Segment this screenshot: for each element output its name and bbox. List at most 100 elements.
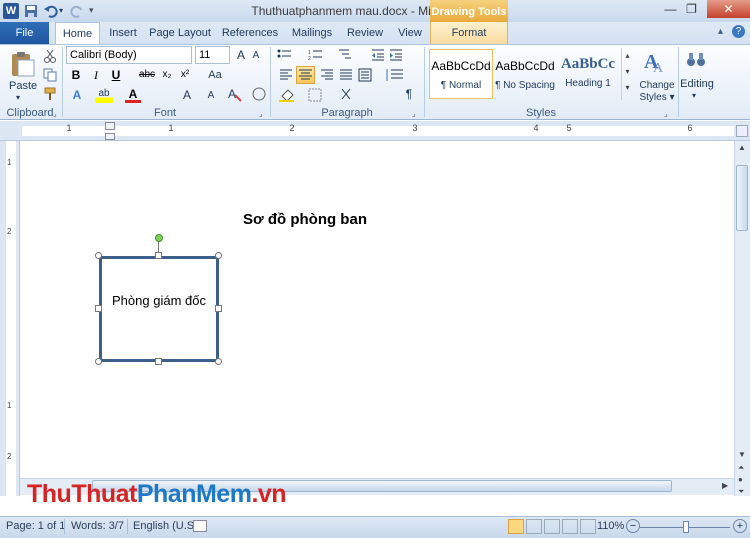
resize-handle-top[interactable]	[155, 252, 162, 259]
style-no-spacing[interactable]: AaBbCcDd ¶ No Spacing	[493, 49, 557, 99]
full-screen-reading-icon[interactable]	[526, 519, 542, 534]
format-painter-icon[interactable]	[43, 87, 57, 104]
scroll-right-icon[interactable]: ▶	[722, 481, 728, 490]
justify-icon[interactable]	[339, 68, 353, 85]
language-indicator[interactable]: English (U.S.)	[133, 520, 201, 532]
grow-font-button[interactable]: A	[234, 46, 248, 64]
scroll-down-icon[interactable]: ▼	[738, 450, 746, 459]
resize-handle-left[interactable]	[95, 305, 102, 312]
view-ruler-icon[interactable]	[736, 125, 748, 137]
change-case-button[interactable]: Aa	[205, 66, 225, 84]
shading-icon[interactable]	[279, 88, 299, 105]
style-heading-1[interactable]: AaBbCc Heading 1	[557, 49, 619, 99]
draft-view-icon[interactable]	[580, 519, 596, 534]
select-browse-object-icon[interactable]: ●	[738, 475, 743, 484]
scroll-up-icon[interactable]: ▲	[738, 143, 746, 152]
underline-button[interactable]: U	[107, 66, 125, 84]
line-spacing-icon[interactable]	[385, 68, 405, 85]
tab-home[interactable]: Home	[55, 22, 100, 45]
bullets-icon[interactable]	[277, 48, 299, 65]
resize-handle-right[interactable]	[215, 305, 222, 312]
show-hide-marks-button[interactable]: ¶	[402, 85, 416, 103]
styles-launcher-icon[interactable]: ⌟	[664, 109, 668, 118]
word-count[interactable]: Words: 3/7	[71, 520, 124, 532]
bold-button[interactable]: B	[67, 66, 85, 84]
resize-handle-bottom-right[interactable]	[215, 358, 222, 365]
tab-references[interactable]: References	[219, 22, 281, 44]
cut-icon[interactable]	[43, 49, 57, 66]
italic-button[interactable]: I	[87, 66, 105, 84]
multilevel-list-icon[interactable]	[337, 48, 359, 65]
text-effects-button[interactable]: A	[68, 86, 86, 104]
paste-icon[interactable]	[8, 50, 36, 81]
numbering-icon[interactable]: 12	[308, 48, 330, 65]
document-heading[interactable]: Sơ đồ phòng ban	[243, 211, 367, 228]
zoom-out-button[interactable]: −	[626, 519, 640, 533]
zoom-level[interactable]: 110%	[597, 520, 624, 532]
superscript-button[interactable]: x²	[177, 66, 193, 84]
tab-review[interactable]: Review	[343, 22, 387, 44]
tab-format[interactable]: Format	[430, 22, 508, 44]
copy-icon[interactable]	[43, 68, 57, 85]
distributed-icon[interactable]	[358, 68, 372, 85]
help-icon[interactable]: ?	[732, 25, 745, 38]
editing-button[interactable]: Editing	[680, 78, 714, 90]
highlight-button[interactable]: ab	[95, 85, 113, 103]
tab-page-layout[interactable]: Page Layout	[147, 22, 213, 44]
sort-icon[interactable]	[340, 87, 360, 104]
paste-dropdown-icon[interactable]: ▾	[16, 93, 20, 102]
zoom-slider-thumb[interactable]	[683, 521, 689, 533]
strikethrough-button[interactable]: abc	[137, 66, 157, 84]
zoom-in-button[interactable]: +	[733, 519, 747, 533]
tab-insert[interactable]: Insert	[103, 22, 143, 44]
enclose-characters-icon[interactable]	[251, 86, 267, 105]
proofing-icon[interactable]	[193, 520, 207, 532]
print-layout-view-icon[interactable]	[508, 519, 524, 534]
resize-handle-bottom[interactable]	[155, 358, 162, 365]
change-styles-icon[interactable]: AA	[643, 48, 669, 77]
increase-indent-icon[interactable]	[389, 48, 403, 65]
resize-handle-top-left[interactable]	[95, 252, 102, 259]
paragraph-launcher-icon[interactable]: ⌟	[412, 109, 416, 118]
org-chart-box-text[interactable]: Phòng giám đốc	[99, 293, 219, 308]
org-chart-box[interactable]	[99, 256, 219, 362]
font-name-select[interactable]: Calibri (Body)	[66, 46, 192, 64]
shrink-font-button-2[interactable]: A	[204, 87, 218, 105]
web-layout-icon[interactable]	[544, 519, 560, 534]
vertical-scroll-thumb[interactable]	[736, 165, 748, 231]
borders-icon[interactable]	[308, 88, 328, 105]
rotation-handle[interactable]	[155, 234, 163, 242]
clear-formatting-icon[interactable]: A	[226, 86, 242, 105]
align-right-icon[interactable]	[320, 68, 334, 85]
style-normal[interactable]: AaBbCcDd ¶ Normal	[429, 49, 493, 99]
align-center-button[interactable]	[296, 66, 315, 84]
font-launcher-icon[interactable]: ⌟	[259, 109, 263, 118]
outline-view-icon[interactable]	[562, 519, 578, 534]
page-count[interactable]: Page: 1 of 1	[6, 520, 65, 532]
next-page-icon[interactable]: ⏷	[738, 487, 744, 497]
paste-button[interactable]: Paste	[9, 80, 37, 92]
previous-page-icon[interactable]: ⏶	[738, 463, 744, 473]
shrink-font-button[interactable]: A	[250, 47, 262, 65]
clipboard-launcher-icon[interactable]: ⌟	[53, 109, 57, 118]
tab-file[interactable]: File	[0, 22, 49, 44]
minimize-ribbon-icon[interactable]: ▴	[718, 26, 723, 37]
tab-mailings[interactable]: Mailings	[287, 22, 337, 44]
editing-dropdown-icon[interactable]: ▾	[692, 91, 696, 100]
maximize-button[interactable]: ❐	[676, 0, 707, 18]
binoculars-icon[interactable]	[686, 50, 706, 71]
decrease-indent-icon[interactable]	[371, 48, 385, 65]
styles-scroll[interactable]: ▴ ▾ ▾	[621, 48, 633, 100]
first-line-indent-marker[interactable]	[105, 122, 115, 130]
change-styles-button[interactable]: Change Styles ▾	[638, 80, 676, 104]
left-indent-marker[interactable]	[105, 133, 115, 140]
resize-handle-bottom-left[interactable]	[95, 358, 102, 365]
close-button[interactable]: ✕	[707, 0, 750, 18]
grow-font-button-2[interactable]: A	[180, 86, 194, 104]
subscript-button[interactable]: x₂	[159, 66, 175, 84]
tab-view[interactable]: View	[391, 22, 429, 44]
align-left-icon[interactable]	[279, 68, 293, 85]
font-color-button[interactable]: A	[125, 85, 141, 103]
resize-handle-top-right[interactable]	[215, 252, 222, 259]
font-size-select[interactable]: 11	[195, 46, 230, 64]
